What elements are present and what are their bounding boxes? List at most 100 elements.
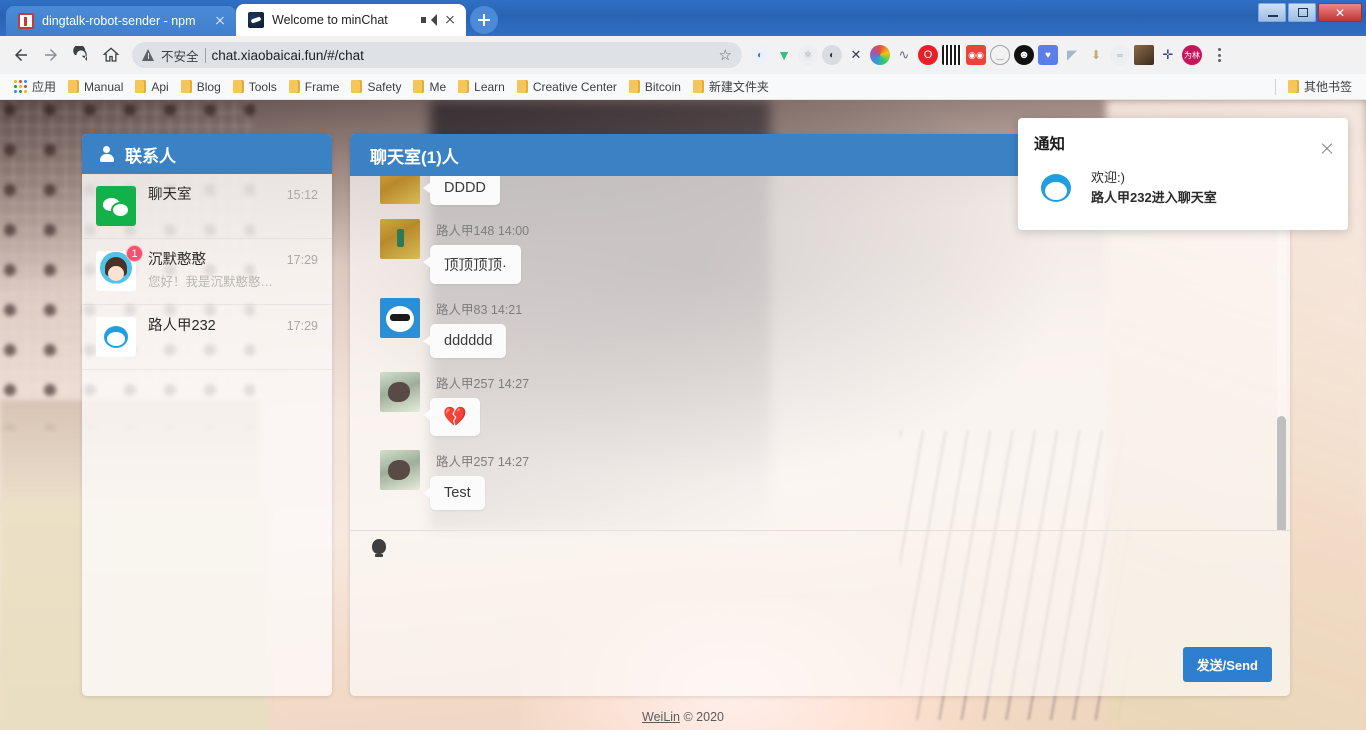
- emoji-icon[interactable]: [370, 539, 388, 559]
- message-meta: 路人甲148 14:00: [436, 220, 529, 239]
- bookmark-learn[interactable]: Learn: [452, 78, 511, 96]
- vue-devtools-icon[interactable]: ▼: [774, 45, 794, 65]
- wheat-avatar-2[interactable]: [380, 219, 420, 259]
- contacts-title: 联系人: [125, 142, 176, 167]
- author-link[interactable]: WeiLin: [642, 710, 680, 724]
- qrcode-icon[interactable]: [942, 45, 962, 65]
- message-bubble: Test: [430, 476, 485, 510]
- bookmark-me[interactable]: Me: [407, 78, 452, 96]
- bookmark-tools[interactable]: Tools: [227, 78, 283, 96]
- bookmark-bitcoin[interactable]: Bitcoin: [623, 78, 687, 96]
- opera-neon-icon[interactable]: ◐: [750, 45, 770, 65]
- contact-body: 聊天室: [148, 186, 275, 205]
- apps-grid-icon: [14, 80, 27, 93]
- link-icon[interactable]: ∞: [1110, 45, 1130, 65]
- hand-avatar[interactable]: [380, 450, 420, 490]
- minchat-icon: [248, 12, 264, 28]
- chrome-menu-button[interactable]: [1208, 42, 1230, 68]
- panda-avatar[interactable]: [380, 298, 420, 338]
- contact-item-chenmohanhan[interactable]: 1 沉默憨憨 您好！我是沉默憨憨，我可以... 17:29: [82, 239, 332, 305]
- bookmark-apps[interactable]: 应用: [8, 76, 62, 97]
- bookmark-label: Safety: [367, 80, 401, 94]
- message-column: 路人甲148 14:00 顶顶顶顶·: [430, 219, 529, 284]
- message-column: DDDD: [430, 176, 500, 205]
- doraemon-avatar: [1034, 166, 1078, 210]
- bookmark-frame[interactable]: Frame: [283, 78, 346, 96]
- message-row: 路人甲257 14:27 Test: [350, 450, 1290, 510]
- divider: [1275, 79, 1276, 95]
- reload-button[interactable]: [66, 40, 96, 70]
- puzzle-icon[interactable]: ✛: [1158, 45, 1178, 65]
- composer-toolbar: [350, 531, 1290, 559]
- hand-avatar[interactable]: [380, 372, 420, 412]
- opera-icon[interactable]: O: [918, 45, 938, 65]
- photo-icon[interactable]: [1134, 45, 1154, 65]
- tab-title: dingtalk-robot-sender - npm: [42, 14, 204, 28]
- contact-item-chatroom[interactable]: 聊天室 15:12: [82, 174, 332, 239]
- url-text: chat.xiaobaicai.fun/#/chat: [212, 48, 713, 63]
- wechat-avatar: [96, 186, 136, 226]
- scrollbar-thumb[interactable]: [1277, 416, 1286, 530]
- message-row: 路人甲257 14:27 💔: [350, 372, 1290, 436]
- contact-item-luren232[interactable]: 路人甲232 17:29: [82, 305, 332, 370]
- contact-preview: 您好！我是沉默憨憨，我可以...: [148, 273, 275, 292]
- tab-dingtalk-robot-sender[interactable]: dingtalk-robot-sender - npm: [6, 6, 236, 36]
- contact-time: 15:12: [287, 186, 318, 202]
- message-bubble: 顶顶顶顶·: [430, 245, 521, 284]
- bookmark-manual[interactable]: Manual: [62, 78, 129, 96]
- window-controls: ✕: [1258, 3, 1362, 22]
- x-icon[interactable]: ✕: [846, 45, 866, 65]
- close-icon[interactable]: [212, 13, 228, 29]
- send-button[interactable]: 发送/Send: [1183, 647, 1272, 682]
- dark-reader-icon[interactable]: ◐: [822, 45, 842, 65]
- speaker-icon[interactable]: [420, 13, 434, 27]
- bluebird-icon[interactable]: ♥: [1038, 45, 1058, 65]
- minimize-button[interactable]: [1258, 3, 1286, 22]
- bookmark-label: Manual: [84, 80, 123, 94]
- tab-strip: dingtalk-robot-sender - npm Welcome to m…: [0, 0, 498, 36]
- doraemon-avatar: [96, 317, 136, 357]
- back-button[interactable]: [6, 40, 36, 70]
- message-input[interactable]: [350, 561, 1290, 661]
- close-window-button[interactable]: ✕: [1318, 3, 1362, 22]
- react-devtools-icon[interactable]: ⚛: [798, 45, 818, 65]
- new-tab-button[interactable]: [470, 6, 498, 34]
- red-panda-icon[interactable]: ◉◉: [966, 45, 986, 65]
- folder-icon: [458, 80, 469, 93]
- bookmark-creative-center[interactable]: Creative Center: [511, 78, 623, 96]
- kite-icon[interactable]: ◤: [1062, 45, 1082, 65]
- divider: [205, 48, 206, 63]
- color-picker-icon[interactable]: [870, 45, 890, 65]
- download-icon[interactable]: ⬇: [1086, 45, 1106, 65]
- bookmark-api[interactable]: Api: [129, 78, 174, 96]
- contact-body: 沉默憨憨 您好！我是沉默憨憨，我可以...: [148, 251, 275, 292]
- bookmark-blog[interactable]: Blog: [175, 78, 227, 96]
- close-icon[interactable]: [1319, 140, 1335, 156]
- notification-body: 欢迎:) 路人甲232进入聊天室: [1034, 166, 1332, 210]
- maximize-button[interactable]: [1288, 3, 1316, 22]
- bookmark-star-icon[interactable]: ☆: [719, 46, 732, 64]
- profile-avatar[interactable]: 为林: [1182, 45, 1202, 65]
- close-icon[interactable]: [442, 12, 458, 28]
- tab-welcome-to-minchat[interactable]: Welcome to minChat: [236, 4, 466, 36]
- contacts-panel-header: 联系人: [82, 134, 332, 174]
- skull-icon[interactable]: ☻: [1014, 45, 1034, 65]
- bookmark-label: Api: [151, 80, 168, 94]
- forward-button[interactable]: [36, 40, 66, 70]
- notification-line1: 欢迎:): [1091, 168, 1217, 188]
- address-bar[interactable]: 不安全 chat.xiaobaicai.fun/#/chat ☆: [132, 42, 742, 68]
- circle-face-icon[interactable]: ‿: [990, 45, 1010, 65]
- message-bubble: DDDD: [430, 176, 500, 205]
- message-column: 路人甲257 14:27 Test: [430, 450, 529, 510]
- bookmark-label: Bitcoin: [645, 80, 681, 94]
- bookmark-safety[interactable]: Safety: [345, 78, 407, 96]
- npm-icon: [18, 13, 34, 29]
- folder-icon: [629, 80, 640, 93]
- home-button[interactable]: [96, 40, 126, 70]
- bookmark-new-folder[interactable]: 新建文件夹: [687, 76, 775, 97]
- bookmark-other-bookmarks[interactable]: 其他书签: [1282, 76, 1358, 97]
- pulse-icon[interactable]: ∿: [894, 45, 914, 65]
- wheat-avatar-1[interactable]: [380, 176, 420, 204]
- extensions-area: ◐ ▼ ⚛ ◐ ✕ ∿ O ◉◉ ‿ ☻ ♥ ◤ ⬇ ∞ ✛ 为林: [750, 45, 1202, 65]
- folder-icon: [181, 80, 192, 93]
